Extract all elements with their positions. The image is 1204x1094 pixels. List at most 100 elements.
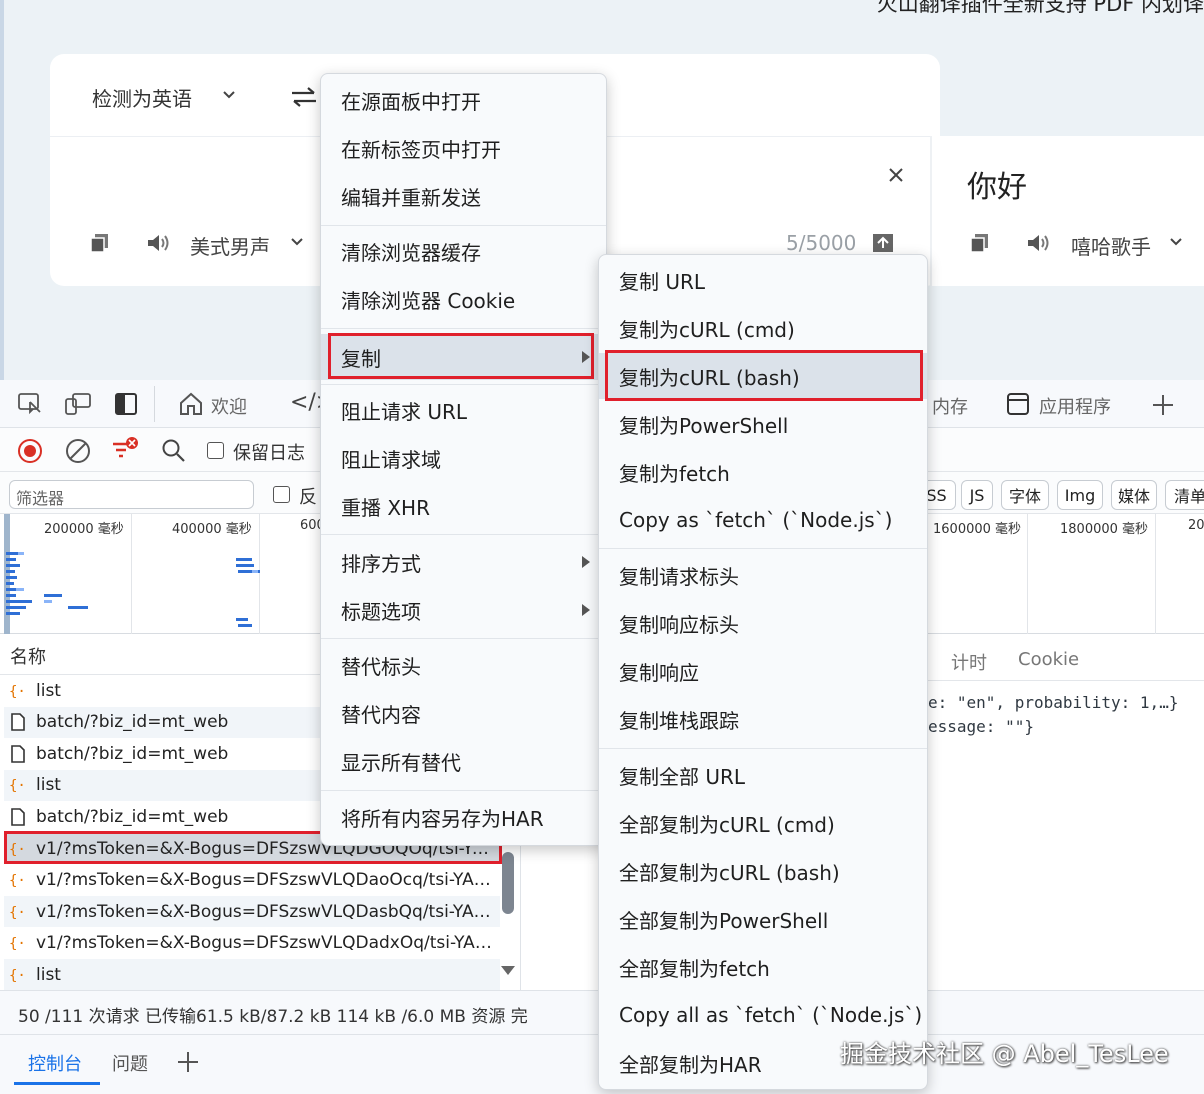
chevron-down-icon[interactable] [222,90,236,100]
filter-font[interactable]: 字体 [1001,480,1049,510]
svg-text:{·}: {·} [9,684,27,699]
menu-item-label: 阻止请求 URL [341,399,468,424]
menu-override-headers[interactable]: 替代标头 [321,642,606,688]
source-language-select[interactable]: 检测为英语 [92,83,192,112]
filter-img[interactable]: Img [1057,480,1103,510]
copy-result-icon[interactable] [970,233,990,253]
submenu-copy-response-headers[interactable]: 复制响应标头 [599,600,927,646]
inspect-element-icon[interactable] [17,392,43,416]
submenu-copy-fetch-nodejs[interactable]: Copy as `fetch` (`Node.js`) [599,497,927,543]
submenu-copy-all-powershell[interactable]: 全部复制为PowerShell [599,896,927,942]
timeline-tick: 200000 毫秒 [44,522,124,537]
menu-item-label: 在新标签页中打开 [341,137,501,162]
submenu-copy-stack-trace[interactable]: 复制堆栈跟踪 [599,696,927,742]
request-name: batch/?biz_id=mt_web [36,806,229,827]
submenu-copy-all-curl-cmd[interactable]: 全部复制为cURL (cmd) [599,800,927,846]
submenu-copy-fetch[interactable]: 复制为fetch [599,449,927,495]
preserve-log-label: 保留日志 [233,443,305,464]
upload-icon[interactable] [872,233,894,253]
menu-sort-by[interactable]: 排序方式 [321,539,606,585]
drawer-tab-console[interactable]: 控制台 [28,1050,82,1076]
home-icon[interactable] [178,391,204,417]
tick-line [1155,514,1156,634]
request-row[interactable]: {·} v1/?msToken=&X-Bogus=DFSzswVLQDasbQq/… [4,896,500,928]
tick-line [1027,514,1028,634]
menu-item-label: 全部复制为PowerShell [619,908,829,933]
request-name: v1/?msToken=&X-Bogus=DFSzswVLQDaoOcq/tsi… [36,870,500,891]
speaker-icon[interactable] [146,233,172,253]
menu-open-in-sources[interactable]: 在源面板中打开 [321,77,606,123]
application-icon[interactable] [1006,392,1030,416]
fetch-icon: {·} [8,904,28,920]
filter-media[interactable]: 媒体 [1111,480,1157,510]
invert-checkbox[interactable] [273,486,290,503]
menu-item-label: 重播 XHR [341,495,430,520]
add-tab-icon[interactable] [1152,394,1174,416]
menu-show-all-overrides[interactable]: 显示所有替代 [321,738,606,784]
source-voice-select[interactable]: 美式男声 [190,231,270,260]
filter-input[interactable]: 筛选器 [9,480,254,509]
tab-memory[interactable]: 内存 [932,393,968,419]
submenu-copy-all-fetch-nodejs[interactable]: Copy all as `fetch` (`Node.js`) [599,992,927,1038]
swap-languages-icon[interactable] [290,86,318,108]
submenu-copy-all-urls[interactable]: 复制全部 URL [599,752,927,798]
target-voice-select[interactable]: 嘻哈歌手 [1071,231,1151,260]
device-toolbar-icon[interactable] [64,392,92,416]
menu-block-request-domain[interactable]: 阻止请求域 [321,435,606,481]
chevron-down-icon[interactable] [1169,237,1183,247]
tab-timing[interactable]: 计时 [951,649,987,675]
invert-label: 反 [299,487,317,508]
submenu-copy-response[interactable]: 复制响应 [599,648,927,694]
menu-save-all-as-har[interactable]: 将所有内容另存为HAR [321,794,606,840]
fetch-icon: {·} [8,777,28,793]
submenu-copy-powershell[interactable]: 复制为PowerShell [599,401,927,447]
menu-override-content[interactable]: 替代内容 [321,690,606,736]
menu-edit-and-resend[interactable]: 编辑并重新发送 [321,173,606,219]
tab-cookie[interactable]: Cookie [1018,649,1079,670]
request-row[interactable]: {·} v1/?msToken=&X-Bogus=DFSzswVLQDaoOcq/… [4,865,500,896]
menu-clear-cookies[interactable]: 清除浏览器 Cookie [321,276,606,322]
submenu-arrow-icon [582,556,590,568]
submenu-copy-all-fetch[interactable]: 全部复制为fetch [599,944,927,990]
request-row[interactable]: {·} list [4,959,500,991]
list-scrollbar-thumb[interactable] [502,852,514,914]
preview-line: e: "en", probability: 1,…} [928,693,1179,712]
speaker-icon[interactable] [1026,233,1052,253]
name-column-header[interactable]: 名称 [10,643,46,669]
search-icon[interactable] [161,438,187,464]
submenu-copy-url[interactable]: 复制 URL [599,257,927,303]
menu-replay-xhr[interactable]: 重播 XHR [321,483,606,529]
request-row[interactable]: {·} v1/?msToken=&X-Bogus=DFSzswVLQDadxOq/… [4,928,500,959]
filter-manifest[interactable]: 清单 [1165,480,1204,510]
submenu-copy-curl-cmd[interactable]: 复制为cURL (cmd) [599,305,927,351]
add-drawer-tab-icon[interactable] [177,1051,199,1073]
scroll-down-icon[interactable] [500,964,516,976]
submenu-copy-all-curl-bash[interactable]: 全部复制为cURL (bash) [599,848,927,894]
menu-item-label: 复制堆栈跟踪 [619,708,739,733]
menu-block-request-url[interactable]: 阻止请求 URL [321,387,606,433]
chevron-down-icon[interactable] [290,237,304,247]
menu-clear-cache[interactable]: 清除浏览器缓存 [321,228,606,274]
page-banner[interactable]: 火山翻译插件全新支持 PDF 内划译 [877,0,1204,18]
filter-js[interactable]: JS [961,480,993,510]
clear-log-icon[interactable] [65,438,91,464]
menu-separator [321,790,606,791]
filter-clear-icon[interactable] [110,436,140,464]
menu-item-label: 全部复制为HAR [619,1052,762,1077]
submenu-copy-request-headers[interactable]: 复制请求标头 [599,552,927,598]
drawer-tab-issues[interactable]: 问题 [112,1050,148,1076]
menu-header-options[interactable]: 标题选项 [321,587,606,633]
copy-source-icon[interactable] [90,233,110,253]
curl-bash-highlight-box [605,350,923,401]
timeline-tick: 1600000 毫秒 [933,522,1022,537]
record-icon[interactable] [17,438,43,464]
menu-item-label: 阻止请求域 [341,447,441,472]
dock-side-icon[interactable] [114,392,138,416]
preserve-log-checkbox[interactable] [207,442,224,459]
clear-text-icon[interactable] [887,166,905,184]
menu-open-in-new-tab[interactable]: 在新标签页中打开 [321,125,606,171]
menu-item-label: 清除浏览器 Cookie [341,288,516,313]
tab-application[interactable]: 应用程序 [1039,393,1111,419]
copy-item-highlight-box [328,333,594,379]
tab-welcome[interactable]: 欢迎 [211,393,247,419]
